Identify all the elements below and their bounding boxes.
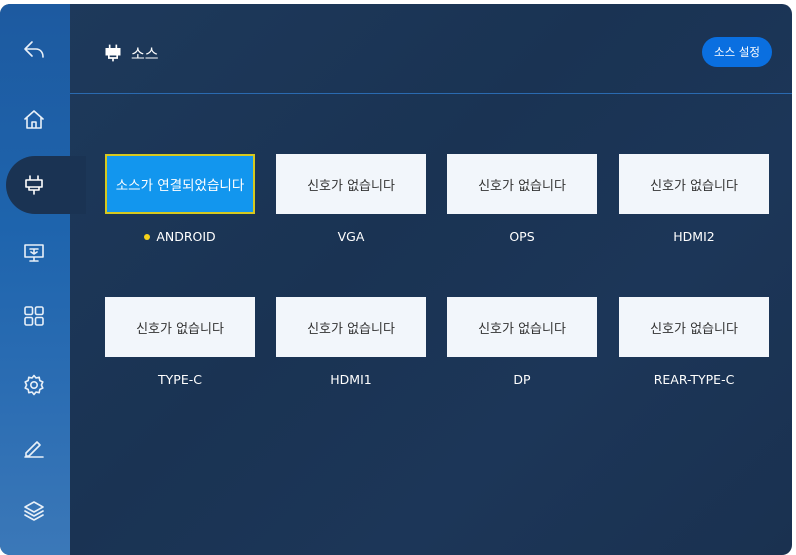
source-tile[interactable]: 소스가 연결되었습니다 <box>105 154 255 214</box>
source-name: HDMI1 <box>330 372 372 387</box>
back-icon <box>24 41 44 58</box>
source-name: DP <box>513 372 531 387</box>
source-icon <box>25 175 43 195</box>
source-name: ANDROID <box>156 229 216 244</box>
source-card-dp: 신호가 없습니다 DP <box>447 297 597 387</box>
page-header: 소스 <box>103 40 159 66</box>
source-tile[interactable]: 신호가 없습니다 <box>619 154 769 214</box>
source-name: REAR-TYPE-C <box>653 372 735 387</box>
source-card-android: 소스가 연결되었습니다 ANDROID <box>105 154 255 244</box>
sidebar-item-source[interactable] <box>10 161 58 209</box>
source-label: ANDROID <box>105 229 255 244</box>
sidebar-item-back[interactable] <box>10 26 58 74</box>
layers-icon <box>24 501 44 521</box>
source-tile[interactable]: 신호가 없습니다 <box>447 154 597 214</box>
source-card-ops: 신호가 없습니다 OPS <box>447 154 597 244</box>
source-name: TYPE-C <box>158 372 202 387</box>
gear-icon <box>24 374 44 396</box>
active-indicator <box>144 233 151 240</box>
source-name: OPS <box>509 229 535 244</box>
screen-icon <box>24 244 44 262</box>
source-tile[interactable]: 신호가 없습니다 <box>447 297 597 357</box>
source-tile[interactable]: 신호가 없습니다 <box>276 154 426 214</box>
source-name: HDMI2 <box>673 229 715 244</box>
source-card-hdmi1: 신호가 없습니다 HDMI1 <box>276 297 426 387</box>
sidebar-item-screen[interactable] <box>10 229 58 277</box>
source-card-type-c: 신호가 없습니다 TYPE-C <box>105 297 255 387</box>
page-title: 소스 <box>131 44 159 63</box>
source-tile[interactable]: 신호가 없습니다 <box>276 297 426 357</box>
source-card-vga: 신호가 없습니다 VGA <box>276 154 426 244</box>
sidebar-item-annotate[interactable] <box>10 424 58 472</box>
sidebar-item-settings[interactable] <box>10 361 58 409</box>
source-tile[interactable]: 신호가 없습니다 <box>105 297 255 357</box>
header-divider <box>70 93 792 94</box>
source-card-rear-type-c: 신호가 없습니다 REAR-TYPE-C <box>619 297 769 387</box>
sidebar-item-apps[interactable] <box>10 292 58 340</box>
source-icon <box>105 44 121 62</box>
source-tile[interactable]: 신호가 없습니다 <box>619 297 769 357</box>
sidebar-item-layers[interactable] <box>10 486 58 534</box>
source-name: VGA <box>337 229 365 244</box>
source-card-hdmi2: 신호가 없습니다 HDMI2 <box>619 154 769 244</box>
apps-icon <box>24 306 44 326</box>
sidebar <box>0 4 86 555</box>
app-window: 소스 소스 설정 소스가 연결되었습니다 ANDROID 신호가 없습니다 VG… <box>0 4 792 555</box>
sidebar-item-home[interactable] <box>10 96 58 144</box>
pen-icon <box>24 441 44 458</box>
home-icon <box>24 110 44 129</box>
source-settings-button[interactable]: 소스 설정 <box>702 37 772 67</box>
